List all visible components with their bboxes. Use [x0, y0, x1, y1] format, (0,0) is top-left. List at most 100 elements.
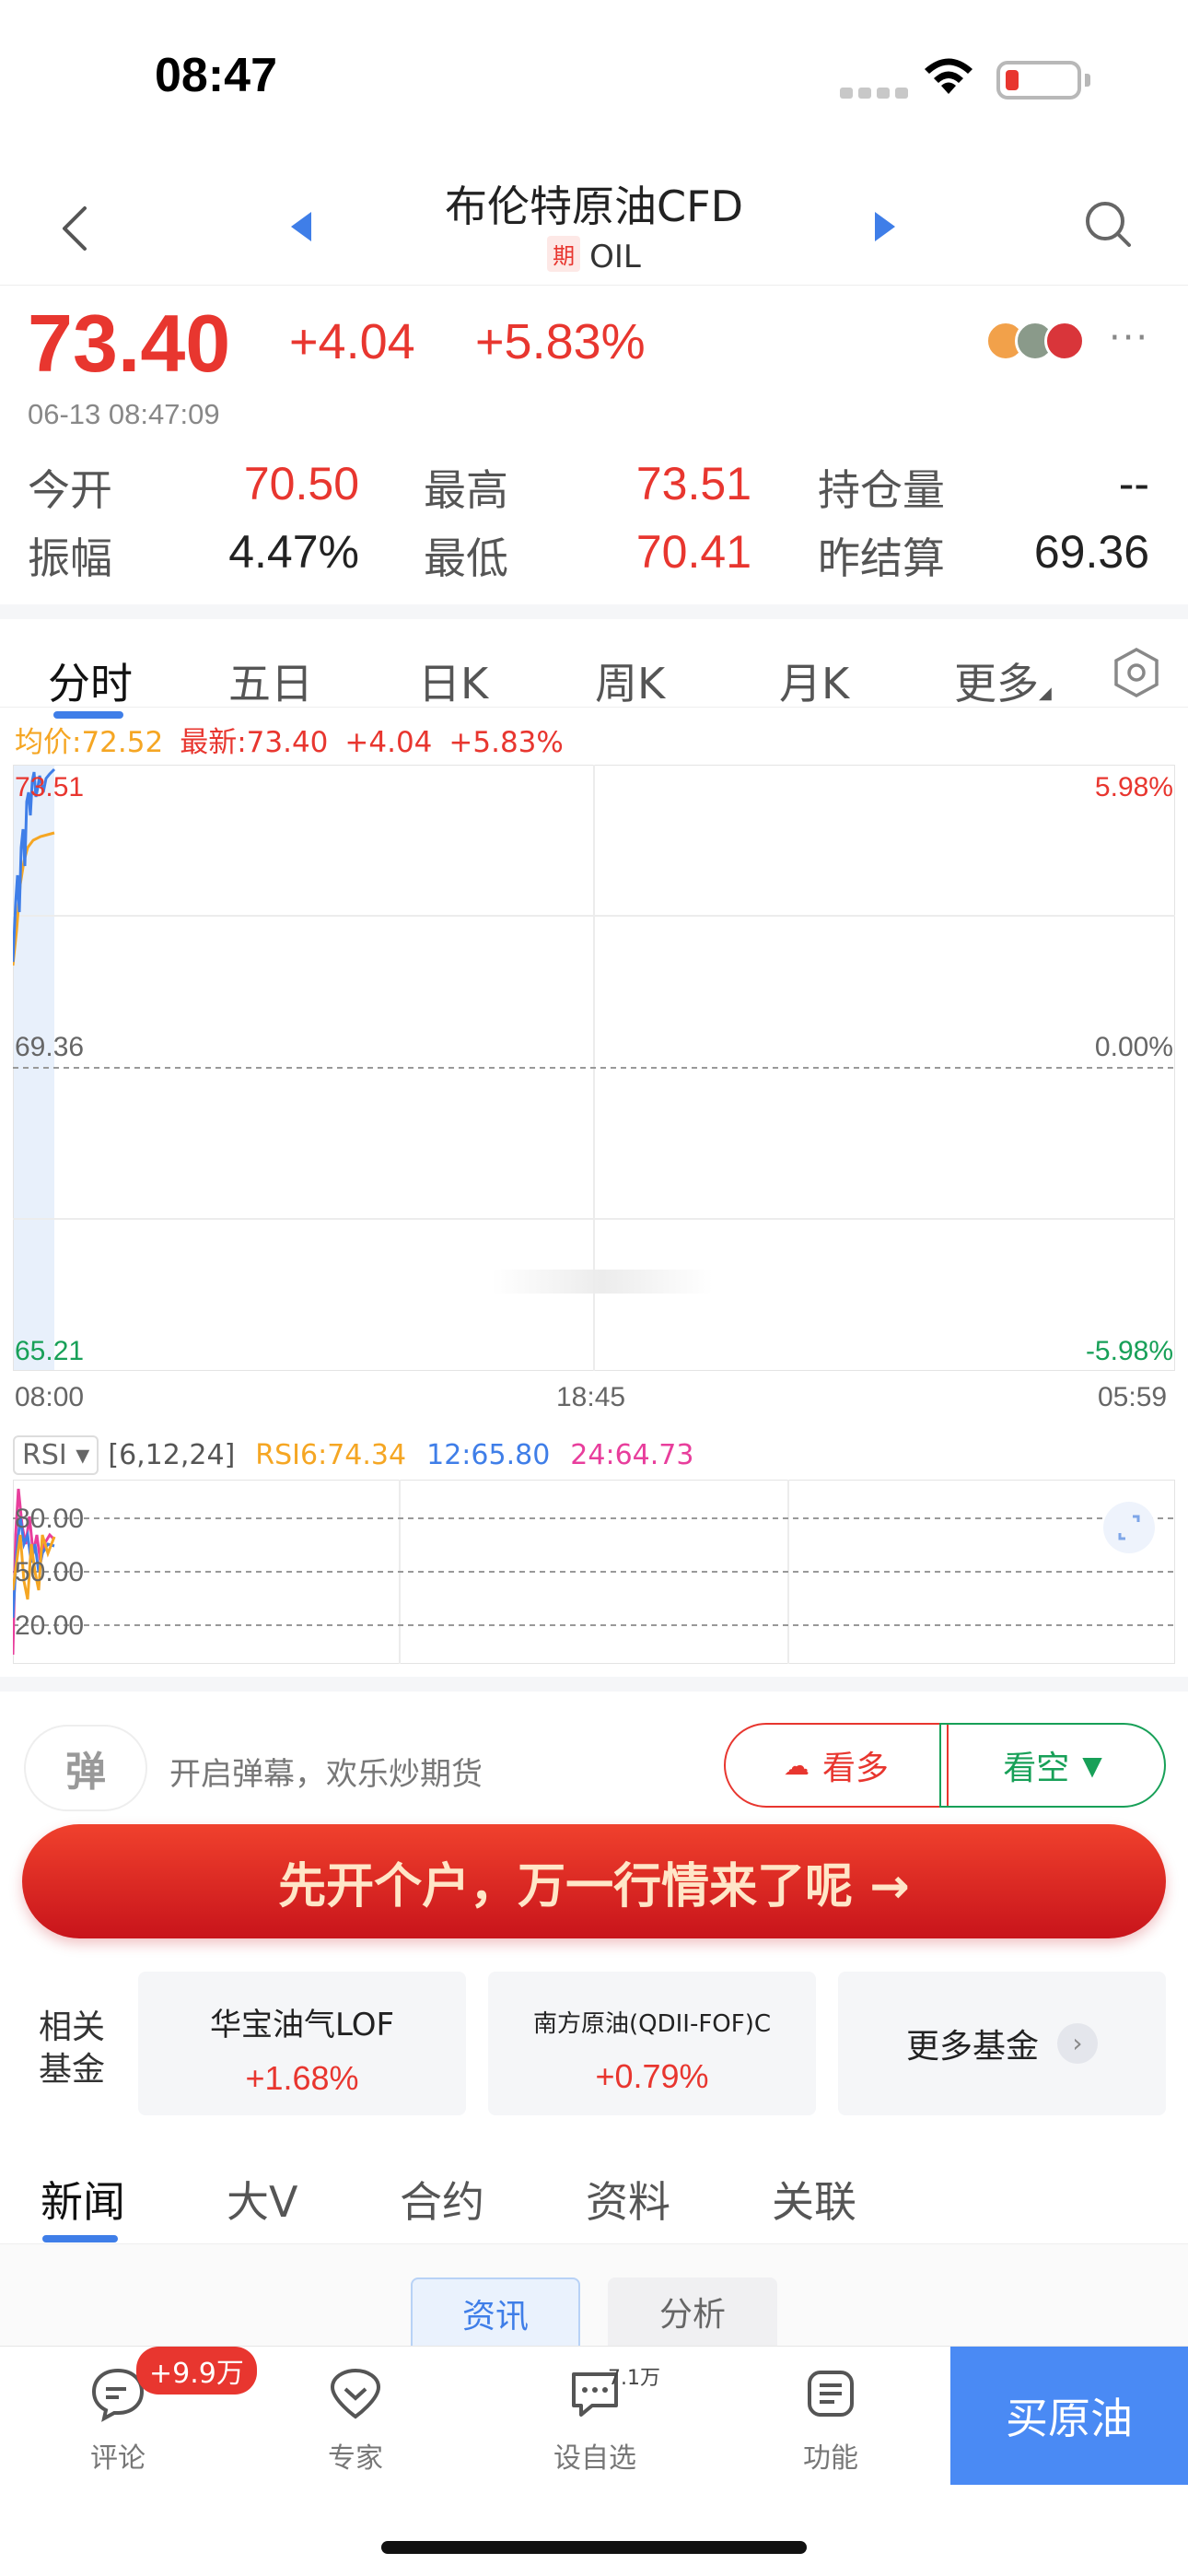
related-funds-label: 相关 基金: [39, 2008, 106, 2089]
related-funds: 相关 基金 华宝油气LOF +1.68% 南方原油(QDII-FOF)C +0.…: [0, 1962, 1188, 2137]
stat-value-high: 73.51: [635, 458, 751, 509]
status-time: 08:47: [155, 49, 277, 102]
stat-value-amplitude: 4.47%: [228, 526, 359, 578]
legend-change-pct: +5.83%: [448, 726, 564, 759]
battery-icon: [996, 61, 1090, 100]
open-account-banner[interactable]: 先开个户，万一行情来了呢 →: [22, 1824, 1166, 1938]
chart-legend: 均价:72.52 最新:73.40 +4.04 +5.83%: [15, 719, 580, 760]
top-nav: 布伦特原油CFD 期 OIL: [0, 157, 1188, 286]
expert-button[interactable]: 专家: [291, 2365, 420, 2476]
rsi-level-80: 80.00: [15, 1504, 85, 1534]
tab-monthly-k[interactable]: 月K: [779, 650, 849, 711]
tab-contracts[interactable]: 合约: [400, 2169, 484, 2230]
functions-label: 功能: [803, 2442, 858, 2475]
home-indicator: [381, 2541, 807, 2554]
chart-period-tabs: 分时 五日 日K 周K 月K 更多◢: [0, 604, 1188, 719]
price-change: +4.04: [289, 314, 415, 369]
rsi-header: RSI ▾ [6,12,24] RSI6:74.34 12:65.80 24:6…: [13, 1435, 693, 1475]
y-axis-top: 73.51: [15, 772, 85, 802]
search-icon[interactable]: [1083, 199, 1133, 249]
watchlist-count: 7.1万: [608, 2367, 660, 2390]
expert-icon: [330, 2368, 381, 2419]
indicator-selector-label: RSI: [22, 1439, 67, 1471]
wifi-icon: [925, 58, 973, 94]
subtab-analysis[interactable]: 分析: [608, 2277, 777, 2353]
last-price: 73.40: [28, 298, 231, 389]
fund-card[interactable]: 华宝油气LOF +1.68%: [138, 1972, 466, 2115]
bullish-button[interactable]: ☁ 看多: [724, 1723, 949, 1808]
watchlist-label: 设自选: [553, 2442, 636, 2475]
comment-count-badge: +9.9万: [136, 2347, 257, 2395]
y-axis-bottom: 65.21: [15, 1336, 85, 1366]
community-avatars[interactable]: [985, 321, 1085, 361]
fund-change: +0.79%: [595, 2057, 709, 2095]
futures-badge: 期: [547, 236, 581, 272]
tab-news[interactable]: 新闻: [41, 2169, 125, 2230]
cellular-signal-icon: [840, 85, 914, 102]
functions-button[interactable]: 功能: [766, 2365, 895, 2476]
symbol-text: OIL: [589, 239, 641, 275]
fund-name: 华宝油气LOF: [209, 2007, 395, 2043]
page-title: 布伦特原油CFD: [445, 181, 743, 231]
barrage-placeholder[interactable]: 开启弹幕，欢乐炒期货: [169, 1749, 483, 1794]
chevron-right-icon: ›: [1057, 2023, 1098, 2064]
tab-more-label: 更多: [954, 659, 1039, 708]
x-axis-start: 08:00: [15, 1382, 85, 1412]
rsi6-value: RSI6:74.34: [255, 1439, 407, 1471]
bearish-button[interactable]: 看空 ▼: [939, 1723, 1166, 1808]
pct-axis-bottom: -5.98%: [1085, 1336, 1173, 1366]
pct-axis-mid: 0.00%: [1094, 1032, 1173, 1062]
watermark: [492, 1270, 713, 1294]
expand-chart-icon[interactable]: [1103, 1502, 1155, 1553]
pct-axis-top: 5.98%: [1094, 772, 1173, 802]
more-options-icon[interactable]: ···: [1109, 317, 1149, 359]
rsi-chart[interactable]: 80.00 50.00 20.00: [13, 1480, 1175, 1664]
quote-timestamp: 06-13 08:47:09: [28, 398, 220, 430]
indicator-selector[interactable]: RSI ▾: [13, 1435, 99, 1475]
tab-weekly-k[interactable]: 周K: [595, 650, 665, 711]
latest-price-legend: 最新:73.40: [180, 726, 329, 759]
tab-influencers[interactable]: 大V: [227, 2169, 297, 2230]
cloud-up-icon: ☁: [783, 1750, 809, 1781]
tab-five-day[interactable]: 五日: [228, 650, 313, 711]
avg-price-legend: 均价:72.52: [15, 726, 164, 759]
intraday-chart[interactable]: 73.51 69.36 65.21 5.98% 0.00% -5.98%: [13, 765, 1175, 1371]
rsi24-value: 24:64.73: [570, 1439, 694, 1471]
tab-more[interactable]: 更多◢: [954, 650, 1052, 711]
stat-label-open-interest: 持仓量: [818, 465, 945, 515]
rsi-params: [6,12,24]: [108, 1439, 236, 1471]
x-axis-mid: 18:45: [556, 1382, 626, 1412]
stat-label-high: 最高: [424, 465, 508, 515]
next-instrument-icon[interactable]: [875, 212, 895, 241]
active-tab-indicator: [53, 711, 123, 719]
stat-label-low: 最低: [424, 533, 508, 583]
fund-card[interactable]: 南方原油(QDII-FOF)C +0.79%: [488, 1972, 816, 2115]
status-bar: 08:47: [0, 0, 1188, 157]
more-funds-label: 更多基金: [905, 2028, 1039, 2066]
rsi-level-50: 50.00: [15, 1557, 85, 1587]
stat-label-prev-settle: 昨结算: [818, 533, 945, 583]
bearish-label: 看空: [1003, 1750, 1070, 1787]
tab-profile[interactable]: 资料: [586, 2169, 670, 2230]
tab-related[interactable]: 关联: [772, 2169, 856, 2230]
subtab-news-feed[interactable]: 资讯: [411, 2277, 580, 2353]
stat-value-open-interest: --: [1118, 458, 1149, 509]
fund-name: 南方原油(QDII-FOF)C: [532, 2010, 772, 2038]
instrument-symbol: 期 OIL: [0, 236, 1188, 275]
price-change-pct: +5.83%: [475, 314, 646, 369]
stat-value-open: 70.50: [243, 458, 359, 509]
stat-value-low: 70.41: [635, 526, 751, 578]
more-funds-button[interactable]: 更多基金 ›: [838, 1972, 1166, 2115]
functions-icon: [808, 2371, 854, 2417]
chart-settings-icon[interactable]: [1112, 647, 1160, 698]
comment-label: 评论: [90, 2442, 146, 2475]
buy-crude-button[interactable]: 买原油: [950, 2347, 1188, 2485]
tab-intraday[interactable]: 分时: [48, 650, 133, 711]
y-axis-mid: 69.36: [15, 1032, 85, 1062]
active-tab-indicator: [42, 2235, 118, 2242]
tab-daily-k[interactable]: 日K: [418, 650, 488, 711]
rsi-level-20: 20.00: [15, 1610, 85, 1641]
barrage-toggle-icon[interactable]: 弹: [24, 1725, 147, 1811]
dropdown-triangle-icon: ◢: [1039, 684, 1052, 703]
stat-label-open: 今开: [28, 465, 112, 515]
